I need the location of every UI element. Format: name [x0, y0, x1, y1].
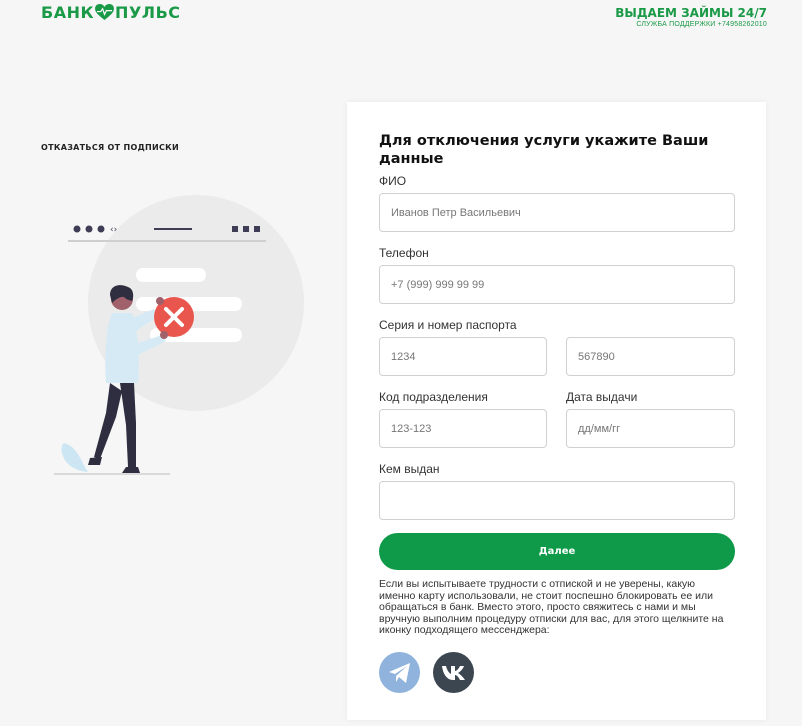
phone-input[interactable]	[379, 265, 735, 304]
unsubscribe-illustration: ‹›	[54, 195, 304, 475]
help-note: Если вы испытываете трудности с отпиской…	[379, 578, 724, 636]
logo-text-right: ПУЛЬС	[115, 3, 181, 22]
header-tagline: ВЫДАЕМ ЗАЙМЫ 24/7	[615, 6, 767, 20]
issue-date-input[interactable]	[566, 409, 735, 448]
passport-series-input[interactable]	[379, 337, 547, 376]
vk-icon	[441, 665, 465, 680]
unsubscribe-heading: ОТКАЗАТЬСЯ ОТ ПОДПИСКИ	[41, 143, 179, 152]
telegram-button[interactable]	[379, 652, 420, 693]
passport-number-input[interactable]	[566, 337, 735, 376]
form-title: Для отключения услуги укажите Ваши данны…	[379, 133, 709, 167]
division-code-input[interactable]	[379, 409, 547, 448]
issued-by-label: Кем выдан	[379, 462, 440, 476]
brand-logo[interactable]: БАНК ПУЛЬС	[41, 3, 181, 22]
telegram-icon	[388, 662, 410, 683]
unsubscribe-form-card: Для отключения услуги укажите Ваши данны…	[347, 102, 766, 720]
division-code-label: Код подразделения	[379, 390, 488, 404]
vk-button[interactable]	[433, 652, 474, 693]
phone-label: Телефон	[379, 246, 429, 260]
fio-input[interactable]	[379, 193, 735, 232]
issued-by-input[interactable]	[379, 481, 735, 520]
passport-label: Серия и номер паспорта	[379, 318, 517, 332]
logo-text-left: БАНК	[41, 3, 95, 22]
next-button[interactable]: Далее	[379, 533, 735, 570]
fio-label: ФИО	[379, 174, 407, 188]
header-contact: ВЫДАЕМ ЗАЙМЫ 24/7 СЛУЖБА ПОДДЕРЖКИ +7495…	[615, 6, 767, 28]
support-phone[interactable]: СЛУЖБА ПОДДЕРЖКИ +74958262010	[615, 21, 767, 28]
issue-date-label: Дата выдачи	[566, 390, 638, 404]
svg-text:‹›: ‹›	[110, 225, 117, 235]
heart-pulse-icon	[95, 4, 114, 21]
